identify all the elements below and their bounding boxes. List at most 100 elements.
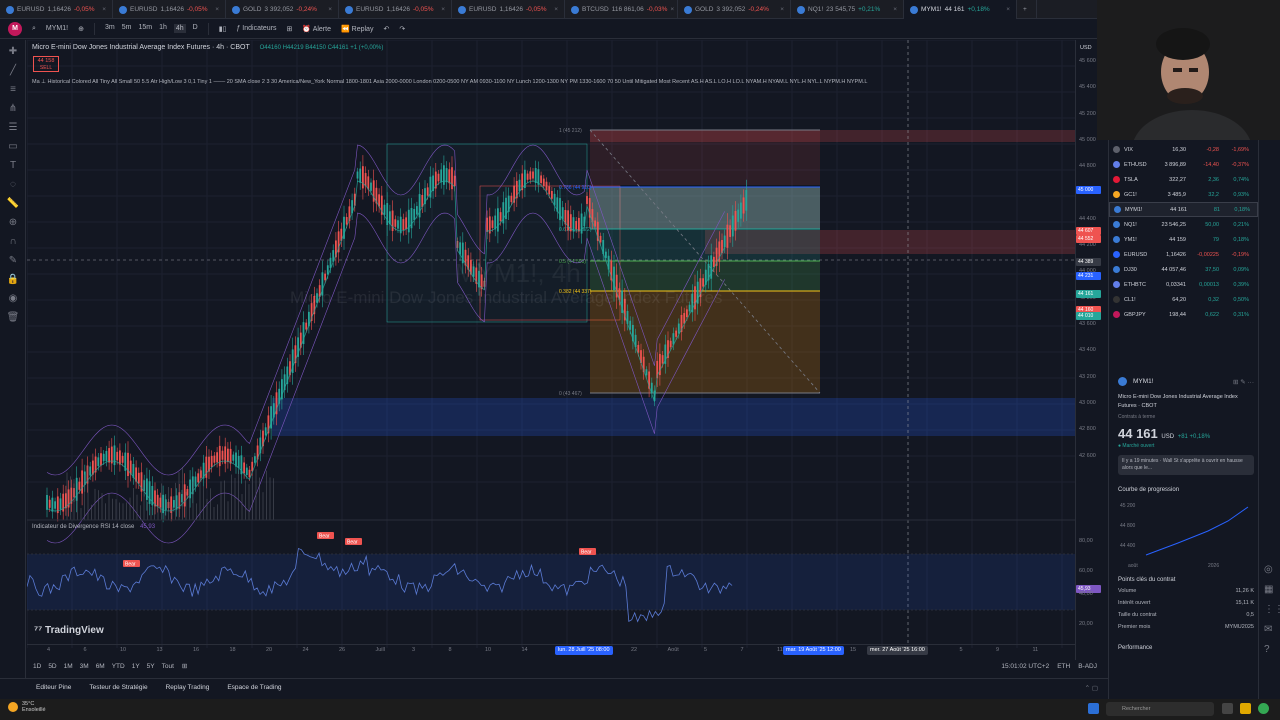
sell-button[interactable]: 44 158 SELL xyxy=(33,56,59,72)
watchlist-row[interactable]: CL1! 64,20 0,32 0,50% xyxy=(1109,292,1258,307)
close-tab-icon[interactable]: × xyxy=(780,6,784,13)
fib-icon[interactable]: ☰ xyxy=(6,121,20,135)
watchlist-row[interactable]: EURUSD 1,16426 -0,00225 -0,19% xyxy=(1109,247,1258,262)
explorer-icon[interactable] xyxy=(1240,703,1251,714)
browser-tab[interactable]: EURUSD 1,16426 -0,05% × xyxy=(339,0,452,19)
weather-widget[interactable]: 35°C Ensoleillé xyxy=(8,701,46,713)
trendline-icon[interactable]: ╱ xyxy=(6,64,20,78)
interval-15m[interactable]: 15m xyxy=(138,24,152,33)
interval-3m[interactable]: 3m xyxy=(105,24,115,33)
layout-icon[interactable]: ⊞ xyxy=(287,25,293,33)
crosshair-icon[interactable]: ✚ xyxy=(6,45,20,59)
close-tab-icon[interactable]: × xyxy=(893,6,897,13)
add-symbol-icon[interactable]: ⊕ xyxy=(78,25,84,33)
account-avatar[interactable]: M xyxy=(8,21,22,36)
session-toggle[interactable]: ETH xyxy=(1057,663,1070,670)
range-ytd[interactable]: YTD xyxy=(112,663,125,670)
interval-4h[interactable]: 4h xyxy=(173,24,186,33)
close-tab-icon[interactable]: × xyxy=(441,6,445,13)
close-tab-icon[interactable]: × xyxy=(328,6,332,13)
rsi-legend[interactable]: Indicateur de Divergence RSI 14 close 45… xyxy=(32,524,155,530)
pitchfork-icon[interactable]: ⋔ xyxy=(6,102,20,116)
bottom-tab[interactable]: Replay Trading xyxy=(166,684,210,691)
range-5y[interactable]: 5Y xyxy=(147,663,155,670)
rectangle-icon[interactable]: ▭ xyxy=(6,140,20,154)
price-chart-svg[interactable]: 1 (45 212)0.786 (44 910)0.618 (44 672)0.… xyxy=(27,40,1075,648)
start-icon[interactable] xyxy=(1088,703,1099,714)
time-axis[interactable]: 4610131618202426Juill381014161822Août571… xyxy=(27,644,1075,656)
calendar-icon[interactable]: ▦ xyxy=(1264,580,1280,600)
indicators-button[interactable]: ƒ Indicateurs xyxy=(236,25,276,32)
watchlist-row[interactable]: DJ30 44 057,46 37,50 0,09% xyxy=(1109,262,1258,277)
candles-icon[interactable]: ▮▯ xyxy=(219,25,227,33)
watchlist-row[interactable]: GC1! 3 485,9 32,2 0,93% xyxy=(1109,187,1258,202)
date-range-icon[interactable]: ⊞ xyxy=(182,662,187,670)
browser-tab[interactable]: BTCUSD 116 861,06 -0,03% × xyxy=(565,0,678,19)
details-symbol[interactable]: MYM1! xyxy=(1133,378,1154,385)
watchlist-row[interactable]: ETHBTC 0,03341 0,00013 0,39% xyxy=(1109,277,1258,292)
eye-icon[interactable]: ◉ xyxy=(6,292,20,306)
watchlist-row[interactable]: GBPJPY 198,44 0,622 0,31% xyxy=(1109,307,1258,322)
range-tout[interactable]: Tout xyxy=(162,663,174,670)
alert-button[interactable]: ⏰ Alerte xyxy=(302,25,331,33)
pattern-icon[interactable]: ◌ xyxy=(6,178,20,192)
browser-tab[interactable]: EURUSD 1,16426 -0,05% × xyxy=(113,0,226,19)
watchlist-row[interactable]: MYM1! 44 161 81 0,18% xyxy=(1109,202,1258,217)
details-actions-icon[interactable]: ⊞ ✎ ··· xyxy=(1233,378,1254,386)
watchlist-row[interactable]: VIX 16,30 -0,28 -1,69% xyxy=(1109,142,1258,157)
indicator-legend[interactable]: Ma ⊥ Historical Colored All Tiny All Sma… xyxy=(32,79,1042,85)
text-icon[interactable]: T xyxy=(6,159,20,173)
browser-tab[interactable]: GOLD 3 392,052 -0,24% × xyxy=(226,0,339,19)
lock-icon[interactable]: 🔒 xyxy=(6,273,20,287)
horizontal-lines-icon[interactable]: ≡ xyxy=(6,83,20,97)
close-tab-icon[interactable]: × xyxy=(102,6,106,13)
ruler-icon[interactable]: 📏 xyxy=(6,197,20,211)
news-headline[interactable]: Il y a 19 minutes · Wall St s'apprête à … xyxy=(1118,455,1254,475)
range-1m[interactable]: 1M xyxy=(64,663,73,670)
range-3m[interactable]: 3M xyxy=(80,663,89,670)
taskbar-search[interactable]: Rechercher xyxy=(1106,702,1214,716)
bottom-tab[interactable]: Espace de Trading xyxy=(227,684,281,691)
chat-icon[interactable]: ✉ xyxy=(1264,620,1280,640)
watchlist-row[interactable]: YM1! 44 159 79 0,18% xyxy=(1109,232,1258,247)
trash-icon[interactable]: 🗑 xyxy=(6,311,20,325)
bottom-tab[interactable]: Editeur Pine xyxy=(36,684,71,691)
symbol-search[interactable]: MYM1! xyxy=(46,25,68,32)
apps-icon[interactable]: ⋮⋮ xyxy=(1264,600,1280,620)
close-tab-icon[interactable]: × xyxy=(1006,6,1010,13)
search-icon[interactable]: ⌕ xyxy=(32,25,36,33)
help-icon[interactable]: ? xyxy=(1264,640,1280,660)
close-tab-icon[interactable]: × xyxy=(554,6,558,13)
range-1d[interactable]: 1D xyxy=(33,663,41,670)
browser-tab[interactable]: EURUSD 1,16426 -0,05% × xyxy=(0,0,113,19)
browser-icon[interactable] xyxy=(1258,703,1269,714)
range-5d[interactable]: 5D xyxy=(48,663,56,670)
browser-tab[interactable]: NQ1! 23 545,75 +0,21% × xyxy=(791,0,904,19)
currency-label[interactable]: USD xyxy=(1080,45,1092,51)
watchlist-row[interactable]: NQ1! 23 546,25 50,00 0,21% xyxy=(1109,217,1258,232)
browser-tab[interactable]: GOLD 3 392,052 -0,24% × xyxy=(678,0,791,19)
adjust-toggle[interactable]: B-ADJ xyxy=(1078,663,1097,670)
range-1y[interactable]: 1Y xyxy=(132,663,140,670)
replay-button[interactable]: ⏪ Replay xyxy=(341,25,373,33)
task-view-icon[interactable] xyxy=(1222,703,1233,714)
close-tab-icon[interactable]: × xyxy=(215,6,219,13)
redo-icon[interactable]: ↷ xyxy=(399,25,405,33)
browser-tab[interactable]: MYM1! 44 161 +0,18% × xyxy=(904,0,1017,19)
watchlist-row[interactable]: ETHUSD 3 896,89 -14,40 -0,37% xyxy=(1109,157,1258,172)
panel-toggle-icon[interactable]: ⌃ ▢ xyxy=(1085,684,1108,692)
new-tab-icon[interactable]: + xyxy=(1017,0,1037,19)
range-6m[interactable]: 6M xyxy=(96,663,105,670)
alerts-icon[interactable]: ◎ xyxy=(1264,560,1280,580)
interval-1h[interactable]: 1h xyxy=(159,24,167,33)
browser-tab[interactable]: EURUSD 1,16426 -0,05% × xyxy=(452,0,565,19)
watchlist-row[interactable]: TSLA 322,27 2,36 0,74% xyxy=(1109,172,1258,187)
chart-canvas[interactable]: 1 (45 212) 0.786 (44 910) 0.618 (44 672) 0.… xyxy=(27,40,1075,648)
magnet-icon[interactable]: ∩ xyxy=(6,235,20,249)
pencil-icon[interactable]: ✎ xyxy=(6,254,20,268)
zoom-icon[interactable]: ⊕ xyxy=(6,216,20,230)
close-tab-icon[interactable]: × xyxy=(670,6,674,13)
undo-icon[interactable]: ↶ xyxy=(383,25,389,33)
bottom-tab[interactable]: Testeur de Stratégie xyxy=(89,684,147,691)
interval-5m[interactable]: 5m xyxy=(122,24,132,33)
